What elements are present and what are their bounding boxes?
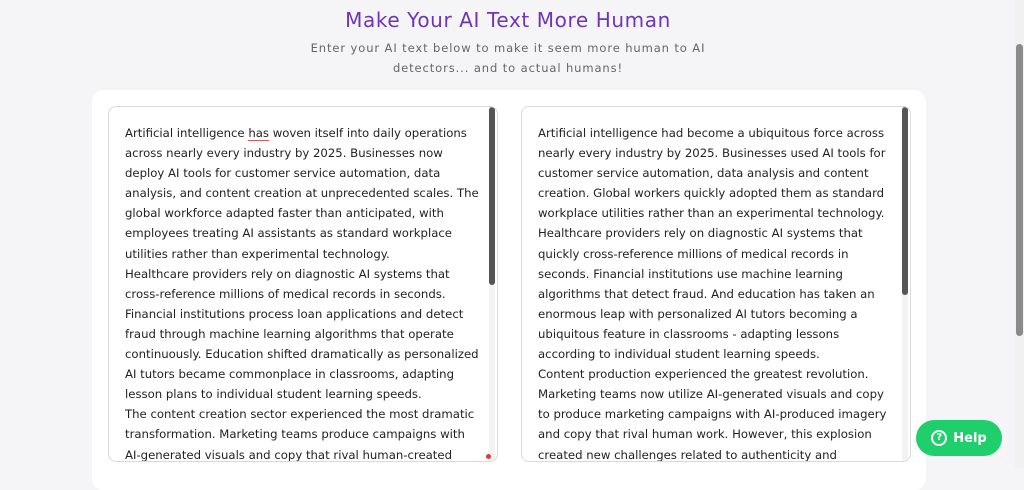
- output-paragraph: Artificial intelligence had become a ubi…: [538, 126, 886, 362]
- page-subtitle: Enter your AI text below to make it seem…: [310, 41, 706, 75]
- input-text-panel[interactable]: Artificial intelligence has woven itself…: [108, 106, 498, 462]
- input-scroll-thumb[interactable]: [489, 107, 495, 285]
- input-paragraph: The content creation sector experienced …: [125, 407, 475, 462]
- grammar-indicator-dot[interactable]: [486, 454, 491, 459]
- input-paragraph: Healthcare providers rely on diagnostic …: [125, 266, 479, 402]
- page-scroll-thumb[interactable]: [1016, 44, 1023, 336]
- input-scrollbar[interactable]: [489, 107, 495, 461]
- input-text-segment: woven itself into daily operations acros…: [125, 126, 479, 261]
- input-text-segment: Artificial intelligence: [125, 126, 249, 140]
- output-text[interactable]: Artificial intelligence had become a ubi…: [538, 123, 894, 462]
- input-text[interactable]: Artificial intelligence has woven itself…: [125, 123, 481, 462]
- input-paragraph: Artificial intelligence has woven itself…: [125, 123, 481, 264]
- output-scroll-thumb[interactable]: [902, 107, 908, 295]
- output-paragraph: Content production experienced the great…: [538, 367, 887, 462]
- spellcheck-flagged-word[interactable]: has: [248, 126, 269, 141]
- help-button-label: Help: [953, 430, 987, 446]
- page-title: Make Your AI Text More Human: [345, 8, 671, 32]
- question-circle-icon: ?: [931, 430, 948, 446]
- output-scrollbar[interactable]: [902, 107, 908, 461]
- help-button[interactable]: ? Help: [916, 420, 1002, 456]
- output-text-panel[interactable]: Artificial intelligence had become a ubi…: [521, 106, 911, 462]
- page-scrollbar[interactable]: [1015, 0, 1024, 468]
